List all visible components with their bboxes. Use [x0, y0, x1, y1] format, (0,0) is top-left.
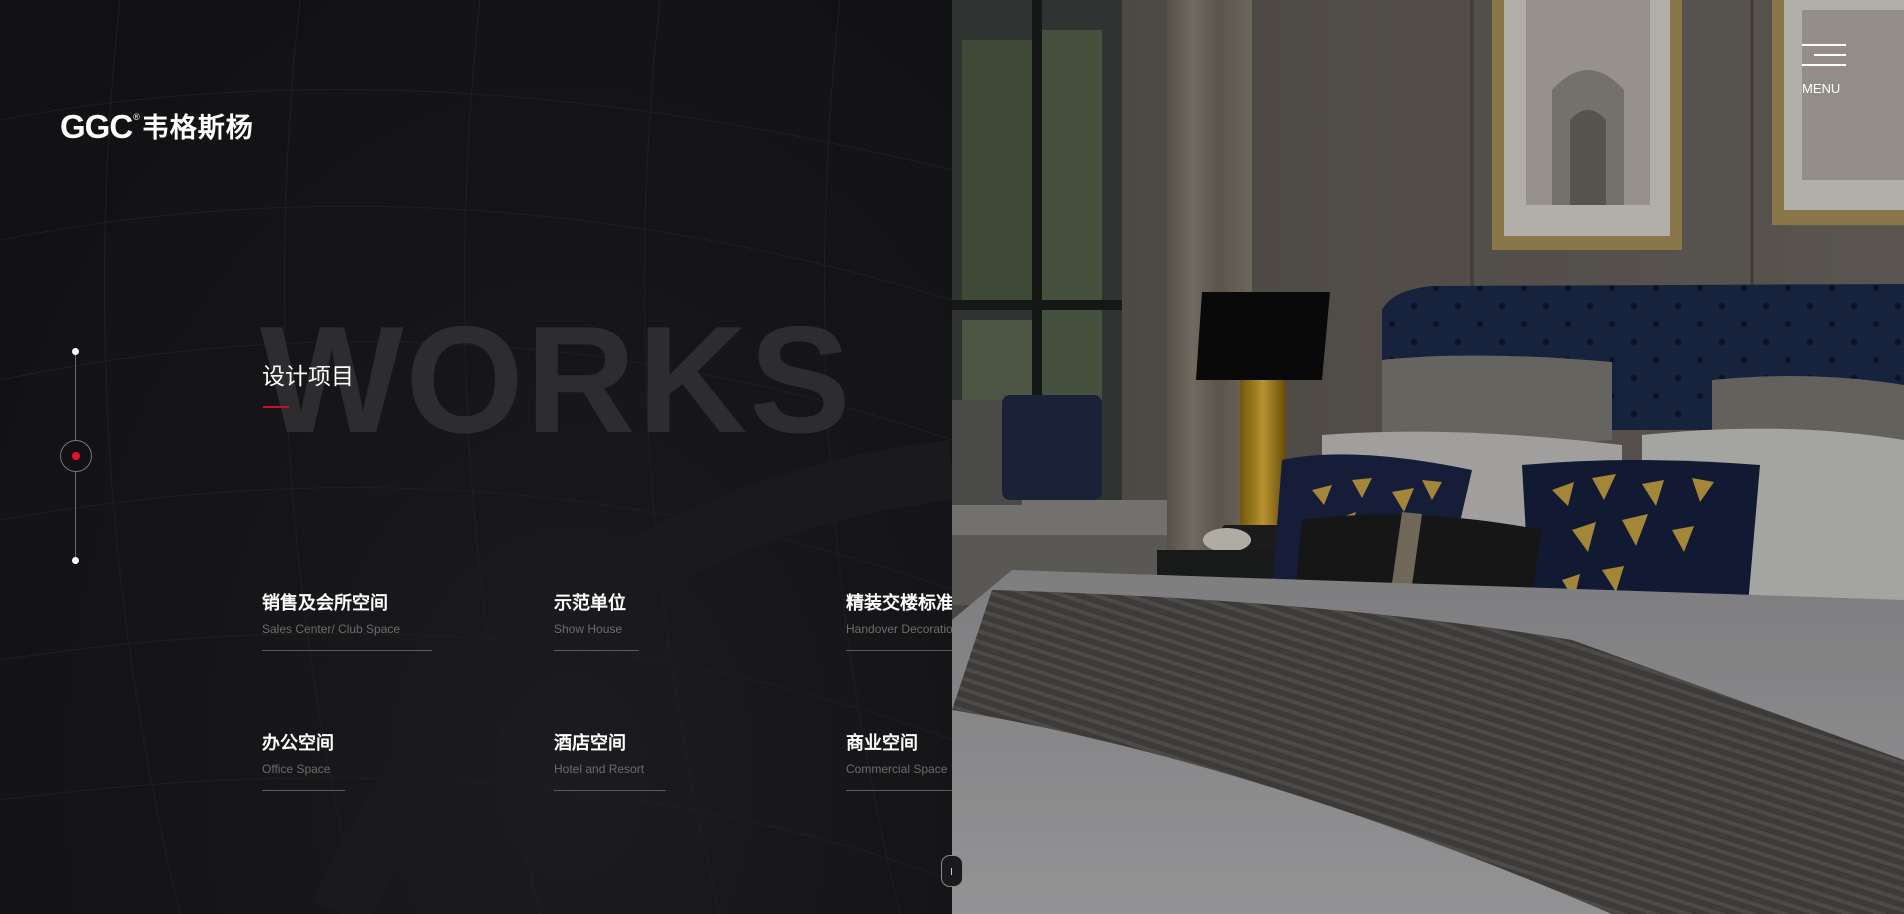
- category-handover-standard[interactable]: 精装交楼标准 Handover Decoration Standard: [846, 589, 952, 651]
- menu-bar-bottom: [1802, 64, 1846, 66]
- category-underline: [262, 650, 432, 651]
- section-scroll-indicator: [60, 346, 92, 564]
- menu-bar-middle: [1814, 54, 1846, 56]
- title-accent-bar: [263, 406, 289, 408]
- category-subtitle: Hotel and Resort: [554, 762, 645, 776]
- mouse-scroll-icon[interactable]: [941, 855, 963, 887]
- category-title: 办公空间: [262, 733, 334, 753]
- category-underline: [846, 650, 952, 651]
- category-title: 酒店空间: [554, 733, 626, 753]
- category-subtitle: Show House: [554, 622, 623, 636]
- scroll-wheel: [951, 868, 952, 875]
- section-dot-active[interactable]: [60, 440, 92, 472]
- category-subtitle: Office Space: [262, 762, 331, 776]
- category-title: 商业空间: [846, 733, 918, 753]
- menu-button[interactable]: MENU: [1802, 44, 1846, 99]
- menu-bar-top: [1802, 44, 1846, 46]
- category-underline: [554, 790, 666, 791]
- category-underline: [554, 650, 639, 651]
- brand-logo[interactable]: GGC ® 韦格斯杨: [60, 110, 254, 146]
- section-dot-top[interactable]: [72, 348, 79, 355]
- active-dot: [72, 452, 80, 460]
- category-subtitle: Handover Decoration Standard: [846, 622, 952, 636]
- category-commercial-space[interactable]: 商业空间 Commercial Space: [846, 729, 952, 791]
- logo-mark: GGC: [60, 108, 133, 145]
- category-office-space[interactable]: 办公空间 Office Space: [262, 729, 345, 791]
- category-hotel-resort[interactable]: 酒店空间 Hotel and Resort: [554, 729, 666, 791]
- logo-chinese-name: 韦格斯杨: [141, 113, 254, 143]
- menu-label: MENU: [1802, 81, 1841, 96]
- showcase-photo-panel: MENU: [952, 0, 1904, 914]
- category-subtitle: Sales Center/ Club Space: [262, 622, 401, 636]
- section-title: 设计项目: [262, 363, 354, 389]
- left-panel: GGC ® 韦格斯杨 WORKS 设计项目 销售及会所空间 Sales Cent…: [0, 0, 952, 914]
- category-title: 示范单位: [554, 593, 626, 613]
- category-underline: [846, 790, 952, 791]
- category-sales-center[interactable]: 销售及会所空间 Sales Center/ Club Space: [262, 589, 432, 651]
- category-subtitle: Commercial Space: [846, 762, 948, 776]
- category-show-house[interactable]: 示范单位 Show House: [554, 589, 639, 651]
- registered-mark: ®: [133, 112, 140, 122]
- bedroom-photo: [952, 0, 1904, 914]
- category-title: 销售及会所空间: [262, 593, 388, 613]
- category-title: 精装交楼标准: [846, 593, 952, 613]
- section-dot-bottom[interactable]: [72, 557, 79, 564]
- category-underline: [262, 790, 345, 791]
